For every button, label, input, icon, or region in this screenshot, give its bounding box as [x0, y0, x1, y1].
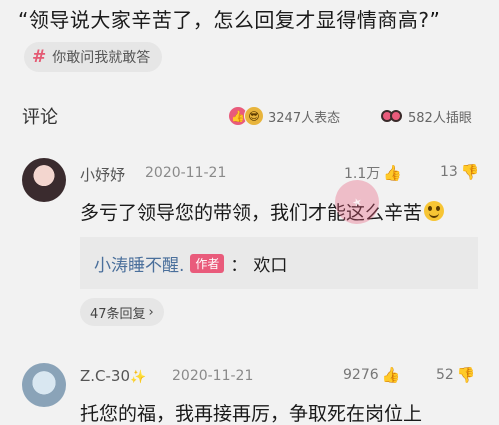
comment-date: 2020-11-21	[172, 368, 254, 384]
hashtag-icon: #	[32, 47, 47, 67]
comment-text: 托您的福，我再接再厉，争取死在岗位上	[80, 403, 423, 425]
reply-count-button[interactable]: 52 👎	[436, 366, 476, 384]
author-badge: 作者	[190, 253, 225, 273]
reactions-count: 3247人表态	[268, 110, 341, 126]
chevron-right-icon: ›	[148, 304, 154, 320]
reply-count: 13	[440, 164, 458, 180]
sparkle-icon: ✨	[130, 370, 147, 385]
more-replies-button[interactable]: 47条回复 ›	[80, 298, 164, 326]
thumbs-down-icon: 👎	[456, 366, 476, 384]
comments-title: 评论	[22, 107, 58, 128]
question-title: “领导说大家辛苦了，怎么回复才显得情商高?”	[18, 8, 441, 32]
reply-count: 52	[436, 367, 454, 383]
reply-separator: ：	[230, 255, 248, 276]
avatar[interactable]	[22, 363, 66, 407]
thumbs-up-icon: 👍	[381, 366, 401, 384]
topic-tag-label: 你敢问我就敢答	[52, 50, 151, 66]
like-button[interactable]: 9276 👍	[343, 366, 400, 384]
more-replies-label: 47条回复	[90, 306, 146, 322]
thumbs-up-icon: 👍	[383, 164, 402, 182]
views-summary[interactable]: 582人插眼	[381, 107, 472, 126]
avatar[interactable]	[22, 158, 66, 202]
comment-date: 2020-11-21	[145, 165, 227, 181]
thumbs-down-icon: 👎	[460, 163, 480, 181]
comment-text: 多亏了领导您的带领，我们才能这么辛苦	[80, 198, 445, 225]
comment-username-text: Z.C-30	[80, 367, 131, 385]
comment-username[interactable]: 小妤妤	[80, 164, 125, 185]
reaction-icons: 👍 😎	[228, 106, 264, 126]
reply-author-name[interactable]: 小涛睡不醒.	[94, 251, 184, 276]
eyes-icon	[381, 109, 403, 123]
reply-text: 欢口	[253, 255, 288, 276]
views-count: 582人插眼	[408, 110, 472, 126]
author-reply[interactable]: 小涛睡不醒. 作者 ： 欢口	[80, 237, 478, 289]
comments-header: 评论 👍 😎 3247人表态 582人插眼	[0, 96, 499, 136]
comment-item: Z.C-30✨ 2020-11-21 9276 👍 52 👎 托您的福，我再接再…	[0, 355, 499, 425]
topic-tag[interactable]: # 你敢问我就敢答	[24, 42, 163, 72]
like-count: 9276	[343, 367, 379, 383]
reply-count-button[interactable]: 13 👎	[440, 163, 480, 181]
comment-username[interactable]: Z.C-30✨	[80, 367, 146, 385]
reactions-summary[interactable]: 👍 😎 3247人表态	[228, 106, 340, 126]
smiling-face-icon	[424, 201, 445, 221]
sunglasses-face-icon: 😎	[244, 106, 264, 126]
